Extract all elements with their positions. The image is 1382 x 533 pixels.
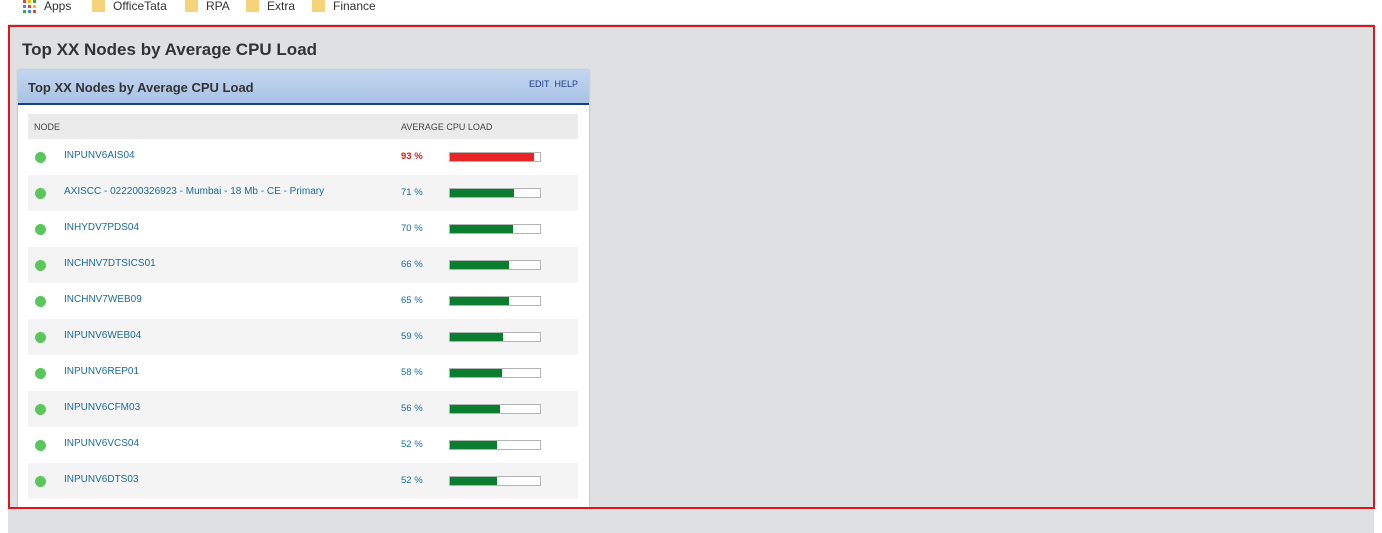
cpu-load-bar-fill <box>450 477 497 485</box>
bookmark-extra[interactable]: Extra <box>246 0 295 14</box>
status-up-icon <box>35 224 46 235</box>
table-row: INCHNV7WEB09 65 % <box>28 283 578 319</box>
cpu-load-bar-fill <box>450 441 497 449</box>
table-body: INPUNV6AIS04 93 % AXISCC - 022200326923 - … <box>28 139 578 499</box>
cpu-load-bar-fill <box>450 333 504 341</box>
status-up-icon <box>35 188 46 199</box>
bookmark-label: OfficeTata <box>113 0 167 13</box>
edit-link[interactable]: EDIT <box>529 79 550 89</box>
cpu-load-bar-fill <box>450 225 513 233</box>
cpu-load-bar-fill <box>450 297 509 305</box>
bookmark-apps[interactable]: Apps <box>23 0 71 14</box>
node-link[interactable]: INPUNV6WEB04 <box>64 330 141 341</box>
node-link[interactable]: INPUNV6CFM03 <box>64 402 140 413</box>
node-link[interactable]: INPUNV6REP01 <box>64 366 139 377</box>
table-row: INPUNV6AIS04 93 % <box>28 139 578 175</box>
widget-actions: EDIT HELP <box>529 79 578 89</box>
table-row: INPUNV6DTS03 52 % <box>28 463 578 499</box>
column-header-cpu: AVERAGE CPU LOAD <box>401 122 493 132</box>
bookmark-label: Apps <box>44 0 72 13</box>
cpu-load-bar <box>449 188 541 198</box>
bookmark-rpa[interactable]: RPA <box>185 0 230 14</box>
node-link[interactable]: INPUNV6DTS03 <box>64 474 138 485</box>
bookmark-label: Extra <box>267 0 296 13</box>
cpu-load-bar <box>449 440 541 450</box>
bookmark-label: Finance <box>333 0 376 13</box>
widget-header: Top XX Nodes by Average CPU Load EDIT HE… <box>18 70 589 105</box>
cpu-load-bar <box>449 368 541 378</box>
page-title: Top XX Nodes by Average CPU Load <box>22 40 318 59</box>
cpu-load-bar-fill <box>450 369 503 377</box>
cpu-load-bar-fill <box>450 405 501 413</box>
cpu-percent: 56 % <box>401 403 423 414</box>
node-link[interactable]: INCHNV7WEB09 <box>64 294 142 305</box>
table-row: INPUNV6WEB04 59 % <box>28 319 578 355</box>
cpu-percent: 52 % <box>401 475 423 486</box>
cpu-percent: 71 % <box>401 187 423 198</box>
status-up-icon <box>35 368 46 379</box>
status-up-icon <box>35 296 46 307</box>
node-link[interactable]: INPUNV6AIS04 <box>64 150 135 161</box>
node-link[interactable]: AXISCC - 022200326923 - Mumbai - 18 Mb -… <box>64 186 324 197</box>
node-link[interactable]: INPUNV6VCS04 <box>64 438 139 449</box>
cpu-percent: 70 % <box>401 223 423 234</box>
cpu-load-bar <box>449 260 541 270</box>
table-row: INPUNV6VCS04 52 % <box>28 427 578 463</box>
status-up-icon <box>35 476 46 487</box>
cpu-percent: 58 % <box>401 367 423 378</box>
table-row: INPUNV6REP01 58 % <box>28 355 578 391</box>
cpu-load-bar <box>449 152 541 162</box>
node-link[interactable]: INCHNV7DTSICS01 <box>64 258 156 269</box>
folder-icon <box>312 0 325 12</box>
folder-icon <box>185 0 198 12</box>
bookmarks-bar: Apps OfficeTata RPA Extra Finance <box>0 0 1382 14</box>
table-row: INCHNV7DTSICS01 66 % <box>28 247 578 283</box>
cpu-load-bar <box>449 476 541 486</box>
cpu-load-bar <box>449 224 541 234</box>
column-header-node: NODE <box>34 122 61 132</box>
help-link[interactable]: HELP <box>554 79 578 89</box>
table-row: INHYDV7PDS04 70 % <box>28 211 578 247</box>
bookmark-finance[interactable]: Finance <box>312 0 376 14</box>
cpu-percent: 59 % <box>401 331 423 342</box>
folder-icon <box>246 0 259 12</box>
cpu-load-bar-fill <box>450 153 534 161</box>
bookmark-officetata[interactable]: OfficeTata <box>92 0 167 14</box>
cpu-percent: 93 % <box>401 151 423 162</box>
cpu-percent: 66 % <box>401 259 423 270</box>
status-up-icon <box>35 260 46 271</box>
node-link[interactable]: INHYDV7PDS04 <box>64 222 139 233</box>
status-up-icon <box>35 440 46 451</box>
status-up-icon <box>35 332 46 343</box>
widget-title: Top XX Nodes by Average CPU Load <box>28 80 254 95</box>
cpu-load-bar-fill <box>450 189 514 197</box>
status-up-icon <box>35 404 46 415</box>
cpu-load-bar-fill <box>450 261 510 269</box>
cpu-load-bar <box>449 332 541 342</box>
cpu-load-bar <box>449 296 541 306</box>
folder-icon <box>92 0 105 12</box>
cpu-load-widget: Top XX Nodes by Average CPU Load EDIT HE… <box>18 70 589 507</box>
apps-grid-icon <box>23 0 36 13</box>
cpu-percent: 52 % <box>401 439 423 450</box>
table-row: AXISCC - 022200326923 - Mumbai - 18 Mb -… <box>28 175 578 211</box>
cpu-percent: 65 % <box>401 295 423 306</box>
table-row: INPUNV6CFM03 56 % <box>28 391 578 427</box>
status-up-icon <box>35 152 46 163</box>
bookmark-label: RPA <box>206 0 230 13</box>
table-header: NODE AVERAGE CPU LOAD <box>28 114 578 139</box>
cpu-load-bar <box>449 404 541 414</box>
